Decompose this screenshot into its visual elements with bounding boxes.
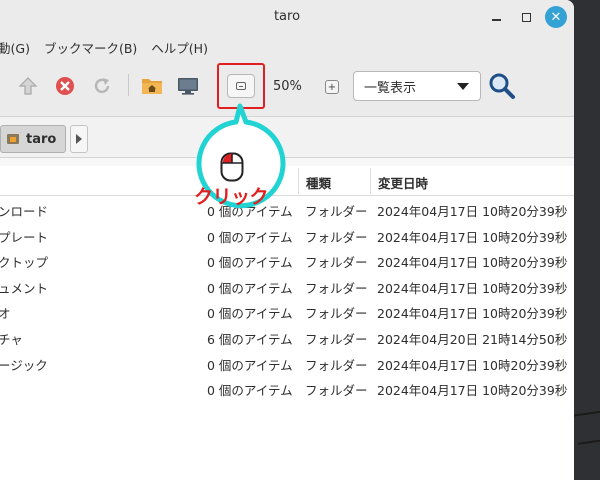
column-header-modified[interactable]: 変更日時 <box>378 173 428 192</box>
chevron-right-icon <box>76 134 82 144</box>
up-arrow-icon <box>18 77 38 95</box>
file-type: フォルダー <box>305 306 368 322</box>
file-type: フォルダー <box>305 204 368 219</box>
menu-help[interactable]: ヘルプ(H) <box>151 38 222 57</box>
menu-bar: 動(G) ブックマーク(B) ヘルプ(H) <box>0 34 574 60</box>
file-type: フォルダー <box>305 331 368 347</box>
table-row[interactable]: オ 0 個のアイテム フォルダー 2024年04月17日 10時20分39秒 <box>0 299 574 325</box>
home-folder-icon <box>142 79 162 94</box>
stop-button[interactable] <box>53 74 77 98</box>
file-manager-window: taro ✕ 動(G) ブックマーク(B) ヘルプ(H) 50% + 一覧表示 … <box>0 0 574 480</box>
file-size: 0 個のアイテム <box>207 357 293 373</box>
file-date: 2024年04月17日 10時20分39秒 <box>377 255 568 271</box>
reload-button[interactable] <box>90 74 114 98</box>
zoom-in-button[interactable]: + <box>325 80 339 94</box>
file-size: 0 個のアイテム <box>207 306 293 322</box>
reload-icon <box>94 78 110 94</box>
file-size: 0 個のアイテム <box>207 255 293 271</box>
zoom-level: 50% <box>273 79 302 94</box>
file-name: オ <box>0 306 11 322</box>
file-type: フォルダー <box>305 280 368 296</box>
close-icon: ✕ <box>550 9 562 25</box>
file-date: 2024年04月17日 10時20分39秒 <box>377 383 568 399</box>
file-type: フォルダー <box>305 255 368 271</box>
column-separator[interactable] <box>370 168 371 194</box>
column-header-type[interactable]: 種類 <box>306 173 331 192</box>
zoom-out-icon <box>236 82 246 90</box>
file-size: 6 個のアイテム <box>207 331 293 347</box>
file-name: ンロード <box>0 204 49 219</box>
file-list: ンロード 0 個のアイテム フォルダー 2024年04月17日 10時20分39… <box>0 196 574 402</box>
file-name: ージック <box>0 357 48 373</box>
title-bar[interactable]: taro ✕ <box>0 0 574 34</box>
menu-bookmarks[interactable]: ブックマーク(B) <box>44 38 151 57</box>
toolbar-separator <box>128 74 129 96</box>
table-row[interactable]: プレート 0 個のアイテム フォルダー 2024年04月17日 10時20分39… <box>0 223 574 249</box>
table-row[interactable]: クトップ 0 個のアイテム フォルダー 2024年04月17日 10時20分39… <box>0 248 574 274</box>
file-date: 2024年04月17日 10時20分39秒 <box>377 280 568 296</box>
breadcrumb-home[interactable]: taro <box>0 125 66 153</box>
search-button[interactable] <box>488 72 516 100</box>
file-date: 2024年04月20日 21時14分50秒 <box>377 331 568 347</box>
view-mode-value: 一覧表示 <box>364 80 417 96</box>
file-name: チャ <box>0 331 23 347</box>
breadcrumb-next-button[interactable] <box>70 125 88 153</box>
zoom-in-icon: + <box>327 81 337 93</box>
file-size: 0 個のアイテム <box>207 280 293 296</box>
file-type: フォルダー <box>305 357 368 373</box>
file-name: クトップ <box>0 255 49 271</box>
file-size: 0 個のアイテム <box>207 229 293 245</box>
click-callout: クリック <box>180 96 300 216</box>
breadcrumb-label: taro <box>26 131 57 147</box>
minimize-icon <box>491 19 501 21</box>
close-button[interactable]: ✕ <box>545 6 567 28</box>
table-row[interactable]: チャ 6 個のアイテム フォルダー 2024年04月20日 21時14分50秒 <box>0 325 574 351</box>
file-size: 0 個のアイテム <box>207 383 293 399</box>
desktop-decoration <box>572 409 600 417</box>
computer-button[interactable] <box>176 74 200 98</box>
table-row[interactable]: 0 個のアイテム フォルダー 2024年04月17日 10時20分39秒 <box>0 376 574 402</box>
view-mode-select[interactable]: 一覧表示 <box>353 71 481 101</box>
home-icon <box>7 134 19 144</box>
computer-icon <box>178 78 198 95</box>
zoom-out-button[interactable] <box>227 74 255 98</box>
menu-go[interactable]: 動(G) <box>0 38 44 57</box>
stop-icon <box>56 77 74 95</box>
file-date: 2024年04月17日 10時20分39秒 <box>377 204 568 219</box>
up-button[interactable] <box>16 74 40 98</box>
file-date: 2024年04月17日 10時20分39秒 <box>377 306 568 322</box>
minimize-button[interactable] <box>484 5 508 29</box>
chevron-down-icon <box>457 83 469 90</box>
maximize-icon <box>521 12 531 22</box>
click-label: クリック <box>194 186 269 208</box>
file-type: フォルダー <box>305 383 368 399</box>
file-name: プレート <box>0 229 49 245</box>
table-row[interactable]: ージック 0 個のアイテム フォルダー 2024年04月17日 10時20分39… <box>0 351 574 377</box>
search-icon <box>489 73 515 99</box>
file-date: 2024年04月17日 10時20分39秒 <box>377 229 568 245</box>
home-button[interactable] <box>140 74 164 98</box>
desktop-decoration <box>578 437 600 445</box>
file-date: 2024年04月17日 10時20分39秒 <box>377 357 568 373</box>
table-row[interactable]: ュメント 0 個のアイテム フォルダー 2024年04月17日 10時20分39… <box>0 274 574 300</box>
mouse-icon <box>220 152 244 182</box>
file-type: フォルダー <box>305 229 368 245</box>
maximize-button[interactable] <box>514 5 538 29</box>
file-name: ュメント <box>0 280 49 296</box>
